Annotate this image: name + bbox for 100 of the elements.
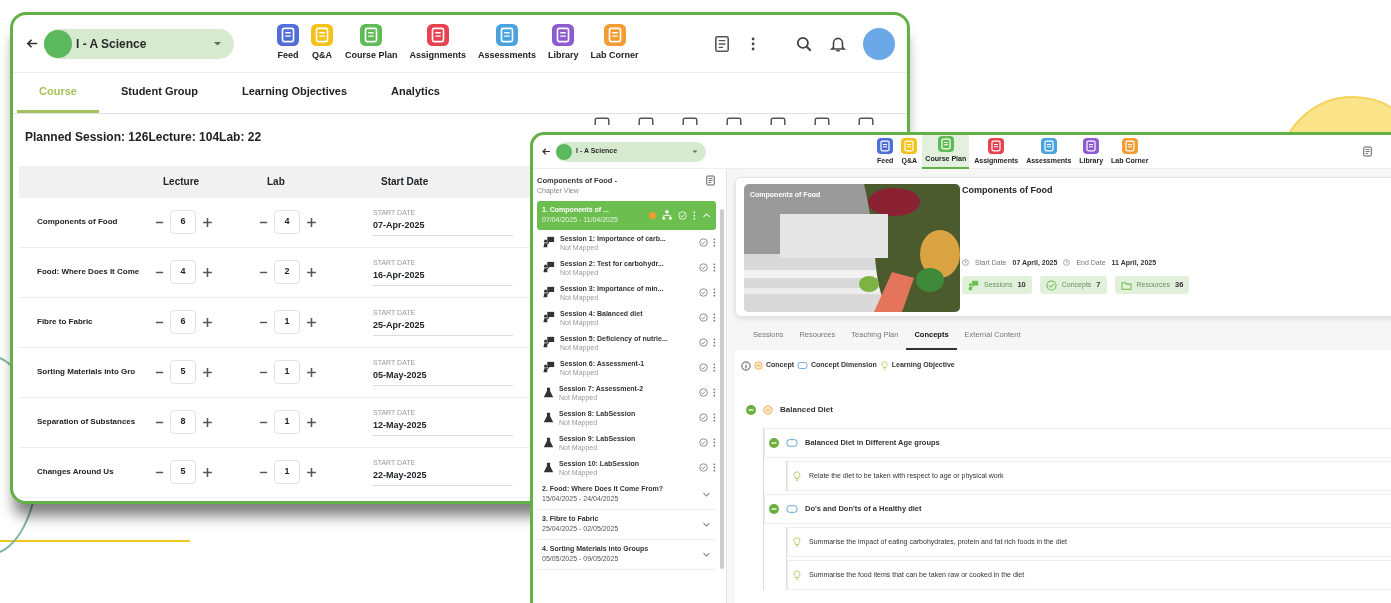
count-field[interactable]: 4: [170, 260, 196, 284]
document-icon[interactable]: [712, 34, 731, 53]
increment-button[interactable]: [306, 266, 317, 278]
toolbar-icon[interactable]: [681, 115, 699, 125]
increment-button[interactable]: [202, 466, 213, 478]
app-button[interactable]: Assessments: [475, 22, 540, 65]
toolbar-icon[interactable]: [813, 115, 831, 125]
check-circle-icon[interactable]: [699, 437, 709, 447]
increment-button[interactable]: [202, 316, 213, 328]
toolbar-icon[interactable]: [857, 115, 875, 125]
app-button[interactable]: Q&A: [308, 22, 336, 65]
count-field[interactable]: 1: [274, 360, 300, 384]
tile-icon[interactable]: [1040, 138, 1057, 155]
tile-icon[interactable]: [426, 24, 449, 47]
tile-icon[interactable]: [1083, 138, 1100, 155]
app-button[interactable]: Course Plan: [342, 22, 401, 65]
tile-icon[interactable]: [360, 24, 383, 47]
check-circle-icon[interactable]: [699, 462, 709, 472]
check-circle-icon[interactable]: [699, 312, 709, 322]
count-field[interactable]: 2: [274, 260, 300, 284]
collapse-icon[interactable]: [769, 437, 779, 448]
tile-icon[interactable]: [988, 138, 1005, 155]
start-date-field[interactable]: 12-May-2025: [373, 418, 513, 436]
tab[interactable]: Student Group: [98, 73, 220, 113]
tile-icon[interactable]: [1121, 138, 1138, 155]
kebab-menu-icon[interactable]: [713, 412, 716, 422]
count-field[interactable]: 6: [170, 210, 196, 234]
start-date-field[interactable]: 05-May-2025: [373, 368, 513, 386]
check-circle-icon[interactable]: [699, 287, 709, 297]
start-date-field[interactable]: 25-Apr-2025: [373, 318, 513, 336]
tile-icon[interactable]: [311, 24, 333, 47]
tile-icon[interactable]: [937, 136, 954, 153]
search-icon[interactable]: [795, 34, 813, 53]
count-field[interactable]: 6: [170, 310, 196, 334]
collapse-icon[interactable]: [769, 503, 779, 514]
count-field[interactable]: 4: [274, 210, 300, 234]
hierarchy-icon[interactable]: [662, 210, 673, 221]
tab[interactable]: Learning Objectives: [219, 73, 370, 113]
check-circle-icon[interactable]: [699, 362, 709, 372]
kebab-menu-icon[interactable]: [713, 287, 716, 297]
collapse-icon[interactable]: [746, 404, 756, 415]
tile-icon[interactable]: [901, 138, 918, 155]
plus-icon: [202, 416, 213, 428]
kebab-menu-icon[interactable]: [713, 462, 716, 472]
tab[interactable]: Analytics: [369, 73, 462, 113]
check-circle-icon[interactable]: [699, 412, 709, 422]
kebab-menu-icon[interactable]: [713, 387, 716, 397]
kebab-menu-icon[interactable]: [713, 337, 716, 347]
info-icon[interactable]: [741, 360, 751, 371]
increment-button[interactable]: [202, 266, 213, 278]
increment-button[interactable]: [202, 216, 213, 228]
app-button[interactable]: Lab Corner: [587, 22, 642, 65]
start-date-field[interactable]: 22-May-2025: [373, 468, 513, 486]
start-date-field[interactable]: 16-Apr-2025: [373, 268, 513, 286]
count-field[interactable]: 1: [274, 410, 300, 434]
tile-icon[interactable]: [603, 24, 626, 47]
count-field[interactable]: 8: [170, 410, 196, 434]
document-icon[interactable]: [1362, 146, 1373, 157]
count-field[interactable]: 5: [170, 360, 196, 384]
tile-icon[interactable]: [496, 24, 519, 47]
tile-icon[interactable]: [877, 138, 894, 155]
profile-avatar[interactable]: [863, 27, 895, 60]
increment-button[interactable]: [306, 316, 317, 328]
increment-button[interactable]: [306, 366, 317, 378]
toolbar-icon[interactable]: [769, 115, 787, 125]
app-button[interactable]: Feed: [274, 22, 302, 65]
app-button[interactable]: Library: [545, 22, 582, 65]
increment-button[interactable]: [306, 416, 317, 428]
toolbar-icon[interactable]: [593, 115, 611, 125]
count-field[interactable]: 1: [274, 310, 300, 334]
count-field[interactable]: 5: [170, 460, 196, 484]
check-circle-icon[interactable]: [699, 262, 709, 272]
start-date-field[interactable]: 07-Apr-2025: [373, 218, 513, 236]
back-button[interactable]: [541, 146, 552, 157]
check-circle-icon[interactable]: [699, 237, 709, 247]
class-selector[interactable]: I - A Science: [44, 28, 234, 59]
increment-button[interactable]: [306, 466, 317, 478]
flask-icon: [543, 461, 554, 473]
tile-icon[interactable]: [277, 24, 299, 47]
increment-button[interactable]: [202, 416, 213, 428]
kebab-menu-icon[interactable]: [713, 362, 716, 372]
kebab-menu-icon[interactable]: [713, 312, 716, 322]
presenter-icon: [968, 279, 979, 291]
check-circle-icon[interactable]: [699, 337, 709, 347]
count-field[interactable]: 1: [274, 460, 300, 484]
toolbar-icon[interactable]: [725, 115, 743, 125]
toolbar-icon[interactable]: [637, 115, 655, 125]
kebab-menu-icon[interactable]: [713, 262, 716, 272]
scrollbar[interactable]: [720, 209, 724, 569]
increment-button[interactable]: [306, 216, 317, 228]
kebab-menu-icon[interactable]: [713, 437, 716, 447]
check-circle-icon[interactable]: [699, 387, 709, 397]
flask-icon: [543, 386, 554, 398]
app-button[interactable]: Assignments: [406, 22, 470, 65]
document-icon[interactable]: [705, 175, 716, 186]
tile-icon[interactable]: [552, 24, 575, 47]
kebab-menu-icon[interactable]: [713, 237, 716, 247]
kebab-menu-icon[interactable]: [750, 36, 755, 51]
chapter-heading: Components of Food: [962, 184, 1054, 197]
increment-button[interactable]: [202, 366, 213, 378]
